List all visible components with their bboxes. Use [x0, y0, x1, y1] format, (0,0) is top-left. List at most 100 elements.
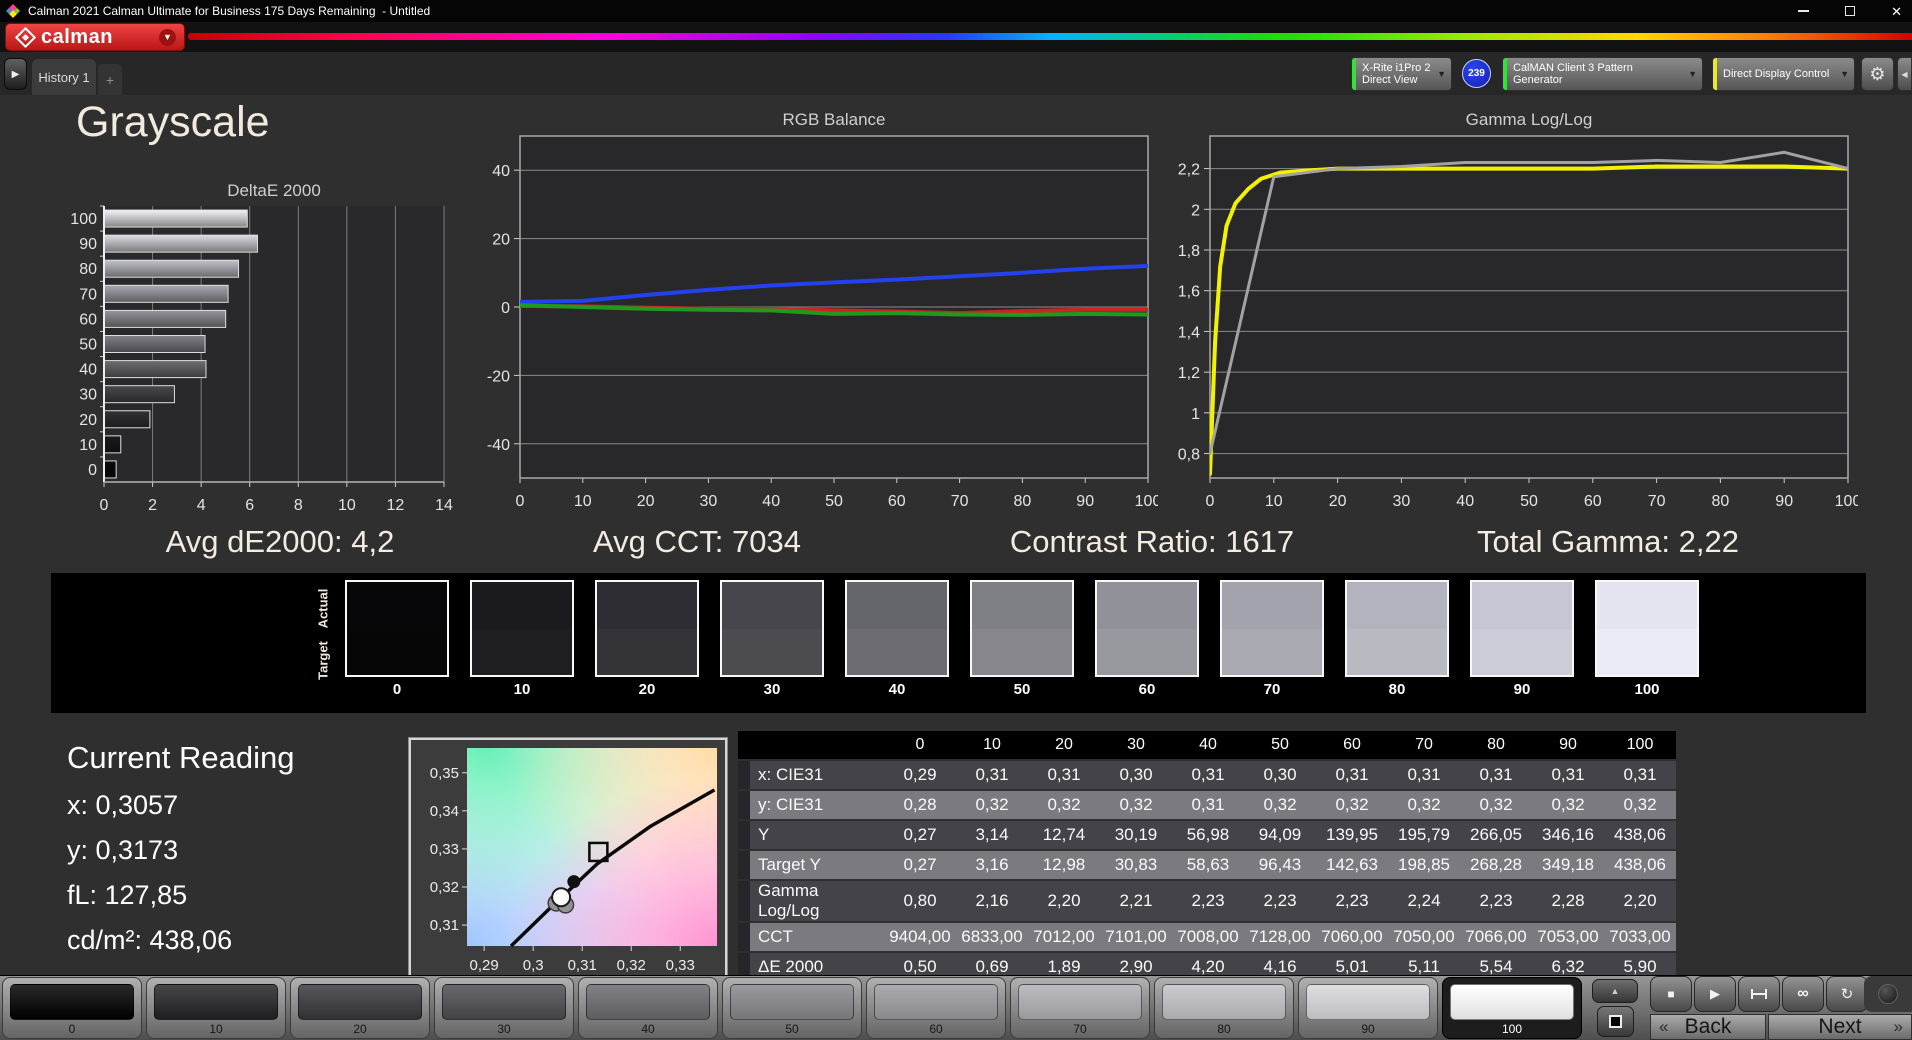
cie-xy-chart: 0,35 0,34 0,33 0,32 0,31 0,29 0,3 0,31 0,32 0,33 [411, 740, 725, 981]
stat-avg-cct: Avg CCT: 7034 [593, 524, 801, 559]
table-cell: 3,14 [956, 821, 1028, 849]
pattern-tile-60[interactable]: 60 [866, 977, 1006, 1039]
table-col-header: 80 [1460, 731, 1532, 759]
pattern-tile-80[interactable]: 80 [1154, 977, 1294, 1039]
current-reading-x: x: 0,3057 [67, 790, 179, 820]
minimize-icon[interactable] [1798, 10, 1810, 12]
chevron-down-icon[interactable]: ▼ [159, 28, 176, 46]
table-cell: 0,32 [956, 791, 1028, 819]
pattern-tile-70[interactable]: 70 [1010, 977, 1150, 1039]
svg-text:0,29: 0,29 [470, 957, 499, 974]
svg-text:70: 70 [1648, 493, 1666, 510]
table-cell: 2,24 [1388, 881, 1460, 921]
swatch-level-label: 90 [1513, 681, 1531, 698]
tab-strip: ▶ History 1 + X-Rite i1Pro 2 Direct View … [0, 52, 1912, 95]
table-cell: 0,31 [1172, 791, 1244, 819]
pattern-tile-30[interactable]: 30 [434, 977, 574, 1039]
back-button[interactable]: « Back [1650, 1014, 1766, 1040]
display-control-dropdown[interactable]: Direct Display Control ▼ [1712, 57, 1855, 91]
grayscale-swatch-80: 80 [1345, 580, 1449, 698]
chevron-down-icon: ▼ [1437, 69, 1446, 79]
pattern-tile-20[interactable]: 20 [290, 977, 430, 1039]
deltae-bar-0 [103, 460, 117, 479]
step-interval-icon [1751, 989, 1767, 999]
svg-text:-40: -40 [487, 437, 510, 454]
swatch-level-label: 40 [888, 681, 906, 698]
maximize-icon[interactable] [1845, 6, 1856, 16]
svg-text:0: 0 [88, 462, 97, 479]
tab-scroll-button[interactable]: ▶ [4, 58, 27, 90]
tab-history-1[interactable]: History 1 [32, 59, 96, 95]
pattern-window-button[interactable] [1597, 1006, 1634, 1037]
swatch-level-label: 50 [1013, 681, 1031, 698]
swatch-level-label: 10 [513, 681, 531, 698]
svg-text:90: 90 [1775, 493, 1793, 510]
swatch-level-label: 80 [1388, 681, 1406, 698]
gear-icon[interactable]: ⚙ [1861, 57, 1894, 91]
svg-text:1,8: 1,8 [1178, 243, 1200, 260]
svg-text:0: 0 [516, 493, 525, 510]
record-panel [1864, 976, 1912, 1012]
svg-text:60: 60 [1584, 493, 1602, 510]
measurement-table: 0 10 20 30 40 50 60 70 80 90 100 x: CIE31 0,29 0,31 0,… [738, 729, 1676, 983]
pattern-tile-label: 30 [497, 1022, 511, 1036]
pattern-generator-dropdown[interactable]: CalMAN Client 3 Pattern Generator ▼ [1502, 57, 1703, 91]
pattern-tile-10[interactable]: 10 [146, 977, 286, 1039]
table-row-label: x: CIE31 [750, 761, 884, 789]
table-col-header: 70 [1388, 731, 1460, 759]
meter-reading-badge[interactable]: 239 [1462, 59, 1491, 88]
svg-text:Gamma Log/Log: Gamma Log/Log [1466, 110, 1593, 129]
chevron-down-icon: ▼ [1840, 69, 1849, 79]
refresh-button[interactable]: ↻ [1826, 976, 1868, 1012]
loop-button[interactable]: ∞ [1782, 976, 1824, 1012]
pattern-tile-label: 10 [209, 1022, 223, 1036]
calman-menu-button[interactable]: calman ▼ [5, 23, 185, 51]
table-cell: 266,05 [1460, 821, 1532, 849]
pattern-up-button[interactable]: ▲ [1592, 979, 1638, 1003]
pattern-tile-0[interactable]: 0 [2, 977, 142, 1039]
close-icon[interactable]: ✕ [1891, 5, 1902, 18]
swatch-level-label: 30 [763, 681, 781, 698]
svg-text:30: 30 [79, 387, 97, 404]
stop-button[interactable]: ■ [1650, 976, 1692, 1012]
meter-label: X-Rite i1Pro 2 Direct View [1362, 62, 1431, 86]
svg-text:80: 80 [1712, 493, 1730, 510]
pattern-tile-40[interactable]: 40 [578, 977, 718, 1039]
grayscale-swatch-10: 10 [470, 580, 574, 698]
svg-text:0,32: 0,32 [430, 879, 459, 896]
record-dot-icon[interactable] [1878, 984, 1898, 1004]
table-cell: 0,32 [1028, 791, 1100, 819]
svg-text:0: 0 [501, 300, 510, 317]
swatch-level-label: 60 [1138, 681, 1156, 698]
calman-diamond-icon [14, 26, 37, 48]
step-button[interactable] [1738, 976, 1780, 1012]
table-row: CCT 9404,00 6833,00 7012,00 7101,00 7008,00 71… [738, 923, 1676, 951]
reference-dot [567, 875, 581, 889]
grayscale-swatch-0: 0 [345, 580, 449, 698]
svg-text:0,8: 0,8 [1178, 447, 1200, 464]
rgb-balance-chart: RGB Balance 40 20 0 -20 -40 0 10 20 30 40 50 60 70 80 9… [468, 110, 1162, 529]
meter-dropdown[interactable]: X-Rite i1Pro 2 Direct View ▼ [1351, 57, 1452, 91]
svg-text:1,2: 1,2 [1178, 365, 1200, 382]
pattern-tile-90[interactable]: 90 [1298, 977, 1438, 1039]
table-row: x: CIE31 0,29 0,31 0,31 0,30 0,31 0,30 0,31 0,31… [738, 761, 1676, 789]
svg-text:80: 80 [1014, 493, 1032, 510]
table-cell: 195,79 [1388, 821, 1460, 849]
svg-text:0,35: 0,35 [430, 765, 459, 782]
play-button[interactable]: ▶ [1694, 976, 1736, 1012]
table-cell: 0,31 [956, 761, 1028, 789]
svg-text:90: 90 [1076, 493, 1094, 510]
table-cell: 2,23 [1316, 881, 1388, 921]
svg-text:100: 100 [1835, 493, 1858, 510]
cie-chart-panel: 0,35 0,34 0,33 0,32 0,31 0,29 0,3 0,31 0,32 0,33 [409, 738, 727, 978]
grayscale-swatch-100: 100 [1595, 580, 1699, 698]
svg-text:70: 70 [79, 286, 97, 303]
table-cell: 346,16 [1532, 821, 1604, 849]
add-tab-button[interactable]: + [98, 64, 122, 95]
pattern-tile-100[interactable]: 100 [1442, 977, 1582, 1039]
pattern-tile-50[interactable]: 50 [722, 977, 862, 1039]
svg-text:100: 100 [70, 211, 97, 228]
grayscale-swatch-60: 60 [1095, 580, 1199, 698]
next-button[interactable]: Next » [1768, 1014, 1912, 1040]
collapse-panel-icon[interactable]: ◀ [1897, 57, 1912, 91]
